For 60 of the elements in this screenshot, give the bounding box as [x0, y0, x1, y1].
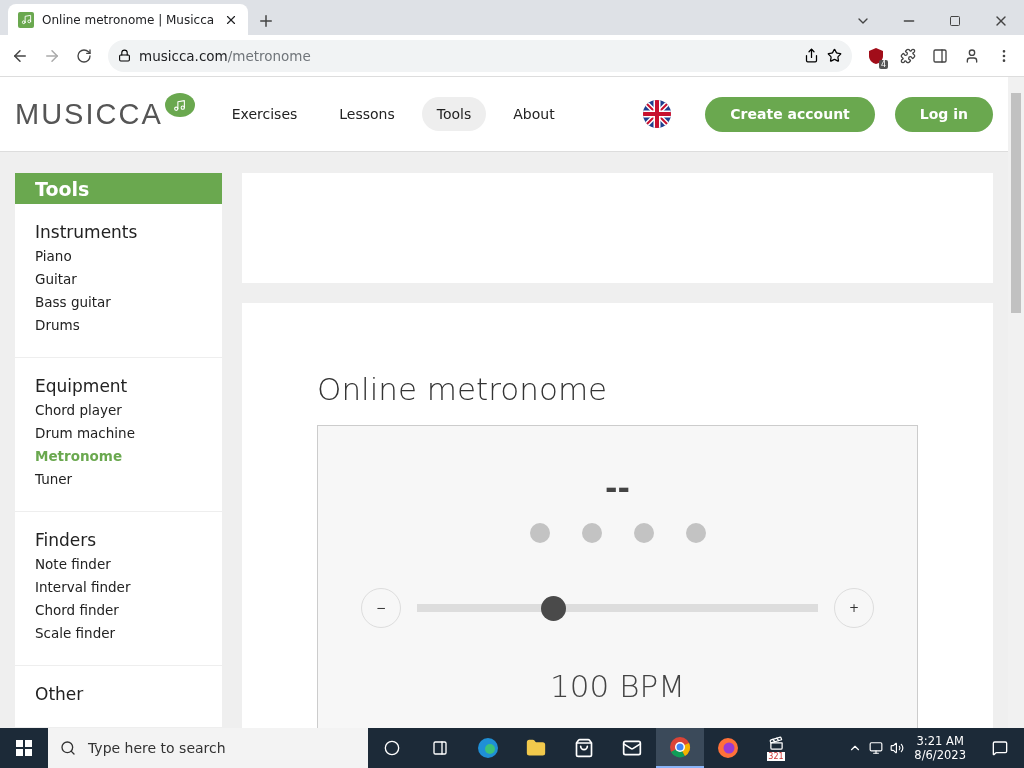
section-heading: Finders [35, 530, 97, 550]
profile-icon[interactable] [964, 47, 980, 64]
scrollbar[interactable] [1008, 77, 1024, 728]
folder-icon[interactable] [526, 738, 546, 758]
search-placeholder: Type here to search [88, 740, 226, 756]
nav-link[interactable]: Tools [421, 97, 487, 131]
bpm-readout: 100 BPM [550, 668, 685, 704]
sidebar-link[interactable]: Scale finder [35, 622, 116, 645]
sidebar-link[interactable]: Guitar [35, 268, 77, 291]
sidebar-link[interactable]: Drums [35, 314, 80, 337]
sidebar-link[interactable]: Note finder [35, 553, 111, 576]
lock-icon [118, 49, 131, 62]
sidebar-link[interactable]: Tuner [35, 468, 73, 491]
page-title: Online metronome [317, 371, 609, 407]
taskbar-search-field[interactable]: Type here to search [48, 728, 368, 768]
network-icon[interactable] [869, 741, 884, 755]
nav-link[interactable]: About [498, 97, 570, 131]
browser-tab[interactable]: Online metronome | Musicca [8, 4, 248, 35]
section-heading: Equipment [35, 376, 128, 396]
reload-icon[interactable] [76, 47, 92, 64]
speech-bubble-icon [164, 93, 195, 117]
logo-text[interactable]: MUSICCA [15, 97, 163, 131]
nav-link[interactable]: Lessons [324, 97, 410, 131]
sidebar-link[interactable]: Chord finder [35, 599, 119, 622]
share-icon[interactable] [804, 48, 819, 63]
mail-icon[interactable] [622, 738, 642, 758]
address-bar[interactable]: musicca.com/metronome [108, 39, 852, 72]
task-view-icon[interactable] [432, 740, 448, 756]
new-tab-icon[interactable] [257, 12, 275, 30]
sidebar-title: Tools [15, 173, 222, 204]
volume-icon[interactable] [890, 741, 905, 755]
restore-icon[interactable] [949, 15, 961, 27]
shield-icon[interactable] [868, 46, 884, 65]
sidebar-link[interactable]: Bass guitar [35, 291, 111, 314]
flag-icon[interactable] [643, 100, 672, 128]
music-note-icon [18, 11, 34, 28]
url-text: musicca.com/metronome [139, 47, 311, 64]
cortana-circle-icon[interactable] [384, 740, 400, 756]
nav-link[interactable]: Exercises [216, 97, 313, 131]
search-icon [60, 740, 76, 756]
extension-badge: 4 [878, 59, 888, 69]
notification-icon[interactable] [992, 740, 1008, 756]
sidebar-link[interactable]: Piano [35, 245, 72, 268]
sidebar-link[interactable]: Interval finder [35, 576, 131, 599]
app-label: 321 [767, 751, 785, 761]
sidebar-link[interactable]: Drum machine [35, 422, 135, 445]
decrease-button[interactable]: − [361, 588, 401, 628]
section-heading: Instruments [35, 222, 138, 242]
star-icon[interactable] [827, 48, 842, 63]
clock[interactable]: 3:21 AM 8/6/2023 [904, 734, 976, 762]
shopping-bag-icon[interactable] [574, 738, 594, 758]
increase-button[interactable]: + [834, 588, 874, 628]
sidebar-link[interactable]: Chord player [35, 399, 122, 422]
beat-display: -- [605, 471, 630, 508]
clapperboard-icon[interactable] [768, 735, 784, 751]
chrome-icon[interactable] [656, 728, 704, 768]
slider-thumb[interactable] [541, 595, 567, 621]
section-heading: Other [35, 684, 84, 704]
side-panel-icon[interactable] [932, 47, 948, 64]
puzzle-icon[interactable] [900, 47, 916, 64]
